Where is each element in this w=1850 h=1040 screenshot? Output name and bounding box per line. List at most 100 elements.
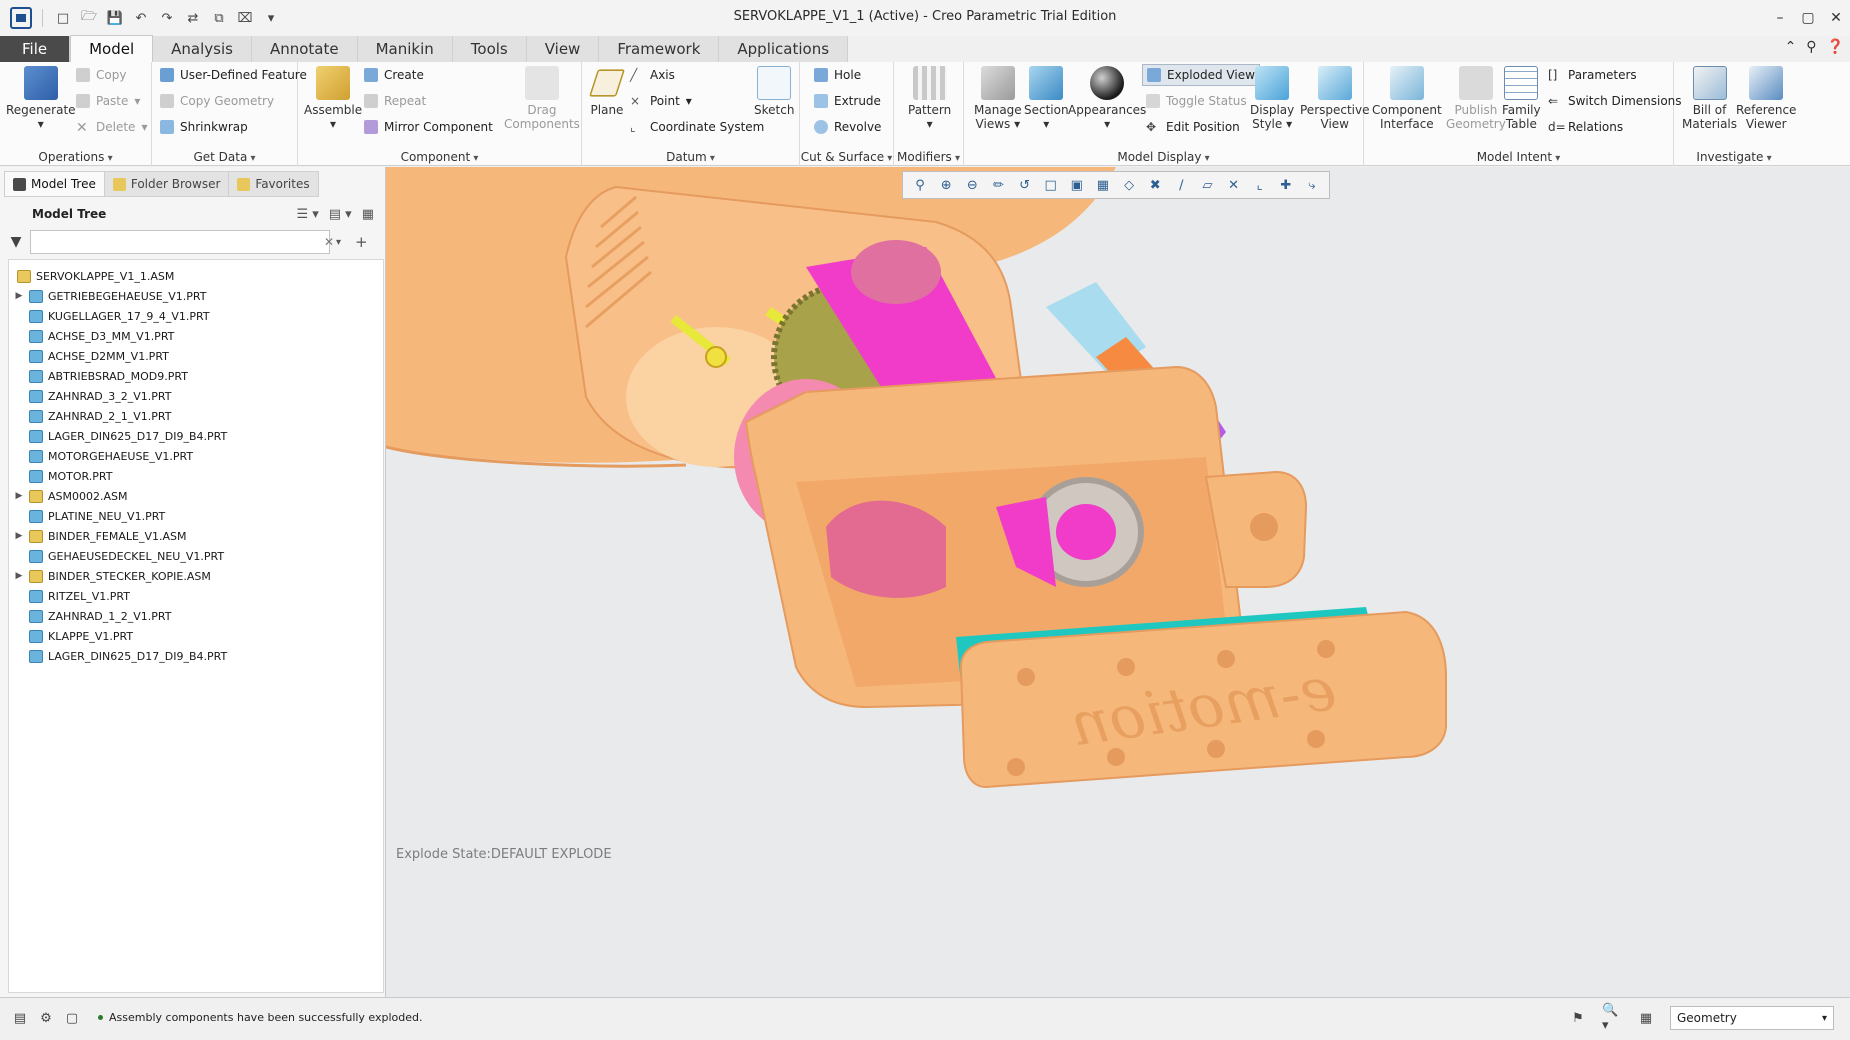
browser-icon[interactable]: ⚙: [38, 1010, 54, 1026]
manage-views-button[interactable]: Manage Views ▾: [974, 66, 1022, 131]
perspective-view-button[interactable]: Perspective View: [1300, 66, 1370, 131]
tree-item[interactable]: ZAHNRAD_3_2_V1.PRT: [13, 386, 171, 406]
perspective-icon[interactable]: ▦: [1094, 176, 1112, 194]
family-table-button[interactable]: Family Table: [1502, 66, 1541, 131]
tab-annotate[interactable]: Annotate: [251, 36, 358, 62]
plane-display-icon[interactable]: ▱: [1198, 176, 1216, 194]
tab-file[interactable]: File: [0, 36, 71, 62]
user-defined-feature-button[interactable]: User-Defined Feature: [160, 64, 307, 86]
explode-lines-icon[interactable]: ⤷: [1303, 176, 1321, 194]
create-component-button[interactable]: Create: [364, 64, 424, 86]
paste-button[interactable]: Paste ▾: [76, 90, 140, 112]
selection-buffer-icon[interactable]: ▦: [1636, 1008, 1656, 1028]
copy-geometry-button[interactable]: Copy Geometry: [160, 90, 274, 112]
parameters-button[interactable]: [] Parameters: [1548, 64, 1637, 86]
tree-item[interactable]: PLATINE_NEU_V1.PRT: [13, 506, 165, 526]
extrude-button[interactable]: Extrude: [814, 90, 881, 112]
mirror-component-button[interactable]: Mirror Component: [364, 116, 493, 138]
tree-item[interactable]: ▶ ASM0002.ASM: [13, 486, 128, 506]
search-icon[interactable]: ⚲: [1806, 39, 1816, 55]
coordinate-system-button[interactable]: ⌞ Coordinate System: [630, 116, 764, 138]
tab-view[interactable]: View: [526, 36, 600, 62]
tab-analysis[interactable]: Analysis: [153, 36, 252, 62]
expand-arrow-icon[interactable]: ▶: [13, 531, 25, 541]
expand-arrow-icon[interactable]: ▶: [13, 491, 25, 501]
tab-folder-browser[interactable]: Folder Browser: [104, 171, 230, 197]
tree-item[interactable]: LAGER_DIN625_D17_DI9_B4.PRT: [13, 646, 227, 666]
plane-button[interactable]: Plane: [588, 66, 626, 117]
delete-button[interactable]: ✕ Delete ▾: [76, 116, 147, 138]
revolve-button[interactable]: Revolve: [814, 116, 881, 138]
point-button[interactable]: × Point ▾: [630, 90, 692, 112]
help-icon[interactable]: ❓: [1827, 39, 1844, 55]
saved-orientations-icon[interactable]: □: [1042, 176, 1060, 194]
maximize-icon[interactable]: ▢: [1794, 0, 1822, 36]
refit-icon[interactable]: ⚲: [911, 176, 929, 194]
zoom-in-icon[interactable]: ⊕: [937, 176, 955, 194]
csys-display-icon[interactable]: ⌞: [1251, 176, 1269, 194]
open-folder-icon[interactable]: 🗁: [79, 8, 99, 28]
close-window-icon[interactable]: ⌧: [235, 8, 255, 28]
minimize-icon[interactable]: –: [1766, 0, 1794, 36]
tab-framework[interactable]: Framework: [599, 36, 720, 62]
tree-settings-icon[interactable]: ☰ ▾: [296, 207, 318, 222]
sketch-button[interactable]: Sketch: [754, 66, 794, 117]
shrinkwrap-button[interactable]: Shrinkwrap: [160, 116, 248, 138]
filter-dropdown-icon[interactable]: ▾: [336, 237, 341, 248]
group-label-datum[interactable]: Datum: [582, 150, 799, 164]
tree-columns-icon[interactable]: ▤ ▾: [329, 207, 352, 222]
expand-arrow-icon[interactable]: ▶: [13, 291, 25, 301]
publish-geometry-button[interactable]: Publish Geometry: [1446, 66, 1506, 131]
tree-item[interactable]: KUGELLAGER_17_9_4_V1.PRT: [13, 306, 210, 326]
relations-button[interactable]: d= Relations: [1548, 116, 1623, 138]
tree-item[interactable]: ZAHNRAD_1_2_V1.PRT: [13, 606, 171, 626]
display-style-button[interactable]: Display Style ▾: [1250, 66, 1294, 131]
appearances-button[interactable]: Appearances ▾: [1068, 66, 1146, 131]
regenerate-button[interactable]: Regenerate ▾: [6, 66, 76, 131]
hole-button[interactable]: Hole: [814, 64, 861, 86]
display-style-small-icon[interactable]: ◇: [1120, 176, 1138, 194]
bill-of-materials-button[interactable]: Bill of Materials: [1682, 66, 1737, 131]
undo-icon[interactable]: ↶: [131, 8, 151, 28]
toggle-status-button[interactable]: Toggle Status: [1146, 90, 1247, 112]
section-button[interactable]: Section ▾: [1024, 66, 1069, 131]
find-icon[interactable]: 🔍 ▾: [1602, 1003, 1622, 1033]
assembly-model-render[interactable]: e-motion: [386, 167, 1850, 997]
axis-button[interactable]: ╱ Axis: [630, 64, 675, 86]
zoom-out-icon[interactable]: ⊖: [963, 176, 981, 194]
switch-dimensions-button[interactable]: ⇐ Switch Dimensions: [1548, 90, 1682, 112]
tree-item[interactable]: ACHSE_D2MM_V1.PRT: [13, 346, 169, 366]
tree-show-icon[interactable]: ▦: [362, 207, 374, 222]
tree-item[interactable]: MOTORGEHAEUSE_V1.PRT: [13, 446, 193, 466]
creo-app-icon[interactable]: [10, 7, 32, 29]
group-label-get-data[interactable]: Get Data: [152, 150, 297, 164]
graphics-viewport[interactable]: e-motion ⚲ ⊕ ⊖ ✏ ↺ □ ▣ ▦ ◇ ✖ ∕ ▱ ✕ ⌞ ✚ ⤷…: [386, 167, 1850, 997]
tree-item[interactable]: ACHSE_D3_MM_V1.PRT: [13, 326, 174, 346]
tree-item[interactable]: MOTOR.PRT: [13, 466, 112, 486]
group-label-operations[interactable]: Operations: [0, 150, 151, 164]
point-display-icon[interactable]: ✕: [1225, 176, 1243, 194]
windows-icon[interactable]: ⧉: [209, 8, 229, 28]
selection-filter-select[interactable]: Geometry ▾: [1670, 1006, 1834, 1030]
regeneration-status-icon[interactable]: ⚑: [1568, 1008, 1588, 1028]
group-label-modifiers[interactable]: Modifiers: [894, 150, 963, 164]
add-filter-icon[interactable]: +: [355, 233, 368, 251]
tree-item[interactable]: ▶ BINDER_FEMALE_V1.ASM: [13, 526, 186, 546]
expand-arrow-icon[interactable]: ▶: [13, 571, 25, 581]
toggle-navigator-icon[interactable]: ▤: [12, 1010, 28, 1026]
copy-button[interactable]: Copy: [76, 64, 126, 86]
repaint-icon[interactable]: ✏: [989, 176, 1007, 194]
group-label-investigate[interactable]: Investigate: [1674, 150, 1794, 164]
tree-item[interactable]: ▶ GETRIEBEGEHAEUSE_V1.PRT: [13, 286, 206, 306]
view-manager-icon[interactable]: ▣: [1068, 176, 1086, 194]
component-interface-button[interactable]: Component Interface: [1372, 66, 1442, 131]
group-label-component[interactable]: Component: [298, 150, 581, 164]
tab-applications[interactable]: Applications: [719, 36, 849, 62]
new-file-icon[interactable]: □: [53, 8, 73, 28]
spin-center-icon[interactable]: ✚: [1277, 176, 1295, 194]
filter-icon[interactable]: ▼: [8, 234, 24, 250]
edit-position-button[interactable]: ✥ Edit Position: [1146, 116, 1240, 138]
group-label-cut-surface[interactable]: Cut & Surface: [800, 150, 893, 164]
tree-item[interactable]: ▶ BINDER_STECKER_KOPIE.ASM: [13, 566, 211, 586]
pattern-button[interactable]: Pattern ▾: [908, 66, 951, 131]
